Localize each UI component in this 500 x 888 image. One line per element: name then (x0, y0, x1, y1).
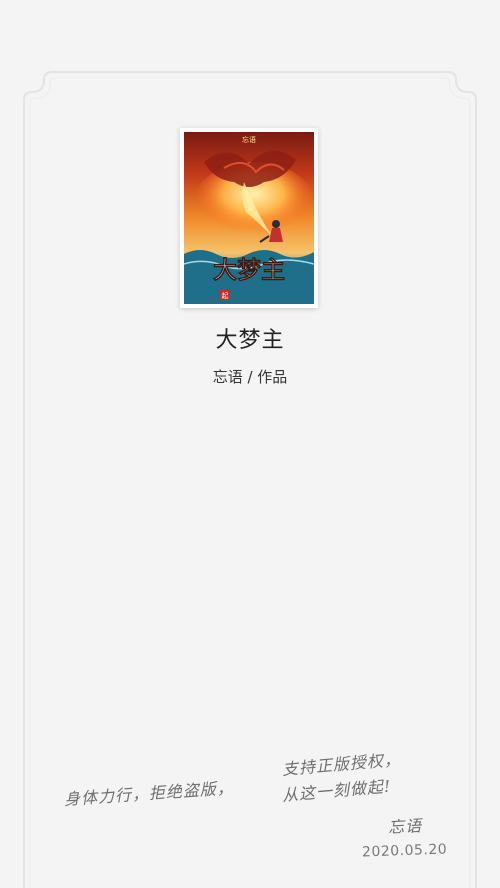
cover-badge: 起 (222, 292, 229, 300)
book-cover-image: 忘语 大梦主 起 (184, 132, 314, 304)
signature-date: 2020.05.20 (361, 841, 448, 861)
book-author-line: 忘语 / 作品 (212, 368, 288, 386)
cover-title-art: 大梦主 (213, 255, 285, 284)
author-signature: 忘语 (387, 816, 423, 837)
book-title: 大梦主 (215, 328, 285, 353)
cover-top-text: 忘语 (242, 135, 256, 144)
book-cover-frame[interactable]: 忘语 大梦主 起 (180, 128, 318, 308)
book-intro-page: 忘语 大梦主 起 大梦主 忘语 / 作品 身体力行，拒绝盗版， 支持正版授权， … (0, 0, 500, 888)
anti-piracy-slogan-line-1: 身体力行，拒绝盗版， (63, 778, 235, 809)
